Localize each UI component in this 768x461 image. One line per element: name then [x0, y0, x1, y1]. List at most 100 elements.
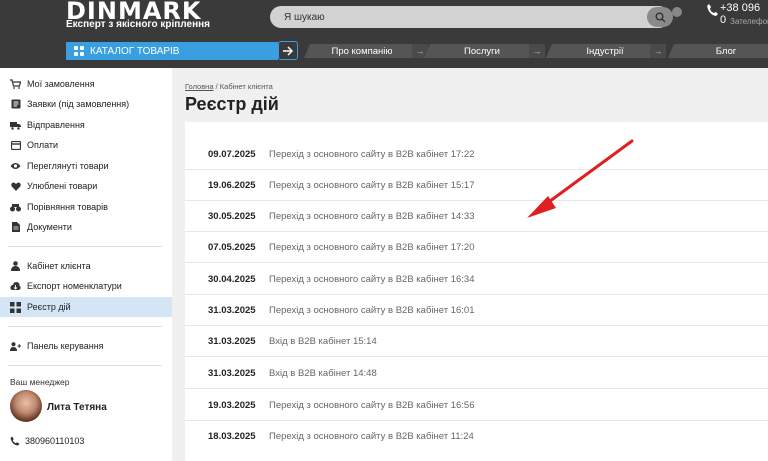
phone-icon: [707, 4, 718, 16]
log-date: 07.05.2025: [208, 242, 256, 253]
catalog-arrow-icon[interactable]: [278, 41, 298, 60]
arrow-right-icon: →: [650, 44, 666, 58]
log-row: 18.03.2025 Перехід з основного сайту в B…: [185, 421, 768, 452]
log-row: 09.07.2025 Перехід з основного сайту в B…: [185, 139, 768, 170]
log-description: Вхід в B2B кабінет 14:48: [269, 368, 377, 379]
sidebar-item-label: Панель керування: [27, 341, 104, 351]
callback-link[interactable]: Зателефон: [730, 17, 768, 26]
search-icon: [655, 12, 665, 22]
sidebar-item-payments[interactable]: Оплати: [0, 135, 172, 155]
sidebar-item-label: Заявки (під замовлення): [27, 99, 130, 109]
sidebar-item-label: Порівняння товарів: [27, 202, 108, 212]
manager-phone-number: 380960110103: [25, 436, 85, 446]
arrow-right-icon: →: [529, 44, 545, 58]
document-icon: [10, 222, 21, 233]
log-description: Перехід з основного сайту в B2B кабінет …: [269, 180, 475, 191]
nav-services[interactable]: Послуги: [424, 44, 540, 58]
clear-icon[interactable]: [672, 7, 682, 17]
log-row: 30.04.2025 Перехід з основного сайту в B…: [185, 264, 768, 295]
log-description: Перехід з основного сайту в B2B кабінет …: [269, 400, 475, 411]
sidebar-item-label: Документи: [27, 222, 72, 232]
grid-icon: [74, 46, 84, 56]
eye-icon: [10, 161, 21, 172]
sidebar-item-requests[interactable]: Заявки (під замовлення): [0, 94, 172, 114]
breadcrumb-home[interactable]: Головна: [185, 82, 214, 91]
main-nav: КАТАЛОГ ТОВАРІВ Про компанію → Послуги →…: [0, 40, 768, 60]
log-row: 31.03.2025 Вхід в B2B кабінет 14:48: [185, 358, 768, 389]
log-date: 31.03.2025: [208, 305, 256, 316]
sidebar-item-action-register[interactable]: Реєстр дій: [0, 297, 172, 317]
log-row: 19.03.2025 Перехід з основного сайту в B…: [185, 390, 768, 421]
catalog-label: КАТАЛОГ ТОВАРІВ: [90, 45, 180, 57]
sidebar-item-favorites[interactable]: Улюблені товари: [0, 176, 172, 196]
catalog-button[interactable]: КАТАЛОГ ТОВАРІВ: [66, 42, 278, 60]
truck-icon: [10, 120, 21, 131]
search-bar: [270, 6, 670, 28]
log-row: 19.06.2025 Перехід з основного сайту в B…: [185, 170, 768, 201]
tagline: Експерт з якісного кріплення: [66, 19, 210, 30]
log-date: 31.03.2025: [208, 336, 256, 347]
page-title: Реєстр дій: [185, 94, 279, 114]
compare-icon: [10, 202, 21, 213]
sidebar-item-label: Реєстр дій: [27, 302, 71, 312]
log-description: Перехід з основного сайту в B2B кабінет …: [269, 242, 475, 253]
export-icon: [10, 281, 21, 292]
log-date: 30.05.2025: [208, 211, 256, 222]
cart-icon: [10, 79, 21, 90]
log-row: 30.05.2025 Перехід з основного сайту в B…: [185, 201, 768, 232]
manager-name: Лита Тетяна: [47, 402, 107, 413]
log-row: 07.05.2025 Перехід з основного сайту в B…: [185, 232, 768, 263]
sidebar-item-label: Відправлення: [27, 120, 85, 130]
divider: [8, 365, 162, 366]
sidebar-item-label: Оплати: [27, 140, 59, 150]
register-icon: [10, 301, 21, 313]
breadcrumb: Головна / Кабінет клієнта: [185, 82, 273, 91]
log-date: 18.03.2025: [208, 431, 256, 442]
log-description: Перехід з основного сайту в B2B кабінет …: [269, 149, 475, 160]
sidebar-item-control-panel[interactable]: Панель керування: [0, 336, 172, 356]
sidebar-item-label: Улюблені товари: [27, 181, 98, 191]
sidebar-item-label: Експорт номенклатури: [27, 281, 122, 291]
manager-title: Ваш менеджер: [10, 377, 70, 387]
breadcrumb-current: Кабінет клієнта: [219, 82, 273, 91]
log-date: 19.03.2025: [208, 400, 256, 411]
user-icon: [10, 261, 21, 272]
nav-about[interactable]: Про компанію: [304, 44, 420, 58]
sidebar-item-label: Кабінет клієнта: [27, 261, 91, 271]
manager-phone[interactable]: 380960110103: [10, 436, 84, 446]
divider: [8, 326, 162, 327]
log-date: 30.04.2025: [208, 274, 256, 285]
sidebar-item-client-cabinet[interactable]: Кабінет клієнта: [0, 256, 172, 276]
sidebar-item-compare[interactable]: Порівняння товарів: [0, 197, 172, 217]
sidebar: Мої замовлення Заявки (під замовлення) В…: [0, 68, 172, 461]
log-row: 31.03.2025 Вхід в B2B кабінет 15:14: [185, 326, 768, 357]
sidebar-item-shipments[interactable]: Відправлення: [0, 115, 172, 135]
search-button[interactable]: [647, 7, 673, 27]
nav-industries[interactable]: Індустрії: [546, 44, 664, 58]
log-description: Перехід з основного сайту в B2B кабінет …: [269, 211, 475, 222]
log-date: 31.03.2025: [208, 368, 256, 379]
log-row: 31.03.2025 Перехід з основного сайту в B…: [185, 295, 768, 326]
action-log-panel: 09.07.2025 Перехід з основного сайту в B…: [185, 122, 768, 461]
avatar: [10, 390, 42, 422]
sidebar-item-viewed[interactable]: Переглянуті товари: [0, 156, 172, 176]
users-icon: [10, 341, 21, 352]
log-description: Перехід з основного сайту в B2B кабінет …: [269, 305, 475, 316]
log-date: 19.06.2025: [208, 180, 256, 191]
sidebar-item-label: Мої замовлення: [27, 79, 95, 89]
sidebar-item-documents[interactable]: Документи: [0, 217, 172, 237]
site-header: DINMARK Експерт з якісного кріплення +38…: [0, 0, 768, 68]
search-input[interactable]: [284, 6, 644, 28]
list-icon: [10, 99, 21, 110]
breadcrumb-separator: /: [215, 82, 218, 91]
sidebar-item-export[interactable]: Експорт номенклатури: [0, 276, 172, 296]
phone-icon: [10, 436, 20, 446]
log-description: Перехід з основного сайту в B2B кабінет …: [269, 431, 474, 442]
heart-icon: [10, 181, 21, 192]
wallet-icon: [10, 140, 21, 151]
sidebar-item-orders[interactable]: Мої замовлення: [0, 74, 172, 94]
nav-blog[interactable]: Блог: [668, 44, 768, 58]
divider: [8, 246, 162, 247]
sidebar-item-label: Переглянуті товари: [27, 161, 109, 171]
log-description: Вхід в B2B кабінет 15:14: [269, 336, 377, 347]
